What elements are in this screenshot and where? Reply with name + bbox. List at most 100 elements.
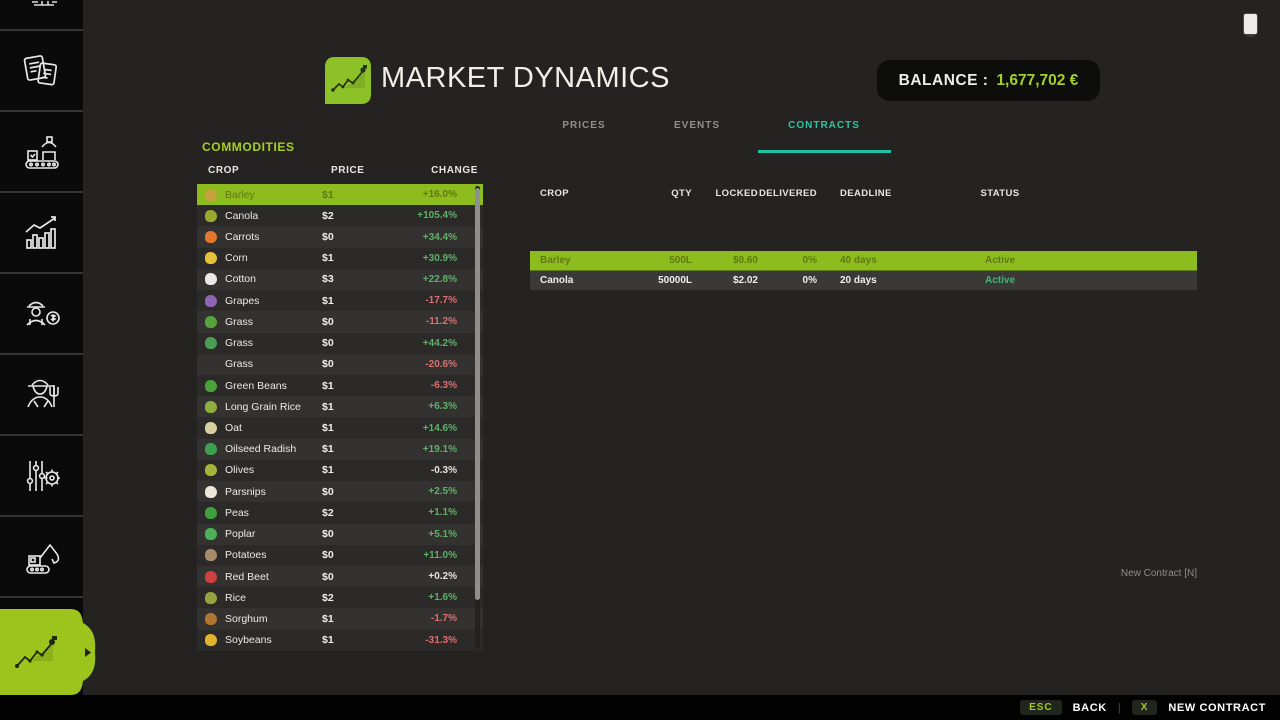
- contract-row[interactable]: Barley 500L $0.60 0% 40 days Active: [530, 251, 1197, 271]
- crop-name: Oat: [225, 422, 322, 434]
- crop-change: -6.3%: [431, 380, 457, 391]
- contract-qty: 50000L: [640, 275, 692, 286]
- commodity-row[interactable]: Red Beet $0 +0.2%: [197, 566, 483, 587]
- commodity-row[interactable]: Canola $2 +105.4%: [197, 205, 483, 226]
- crop-price: $1: [322, 401, 386, 413]
- crop-change: -17.7%: [425, 295, 457, 306]
- crop-name: Potatoes: [225, 549, 322, 561]
- market-dynamics-logo-icon: [325, 57, 371, 109]
- commodity-row[interactable]: Long Grain Rice $1 +6.3%: [197, 396, 483, 417]
- crop-name: Carrots: [225, 231, 322, 243]
- commodities-rows: Barley $1 +16.0% Canola $2 +105.4% Carro…: [197, 184, 483, 651]
- poplar-icon: [205, 528, 217, 540]
- crop-name: Barley: [225, 189, 322, 201]
- sidebar-item-farmer[interactable]: [0, 355, 83, 436]
- contracts-table: Barley 500L $0.60 0% 40 days Active Cano…: [530, 251, 1197, 291]
- sidebar-item-market-dynamics[interactable]: [0, 609, 96, 695]
- canola-icon: [205, 210, 217, 222]
- commodity-row[interactable]: Grass $0 +44.2%: [197, 333, 483, 354]
- commodity-row[interactable]: Oat $1 +14.6%: [197, 417, 483, 438]
- crop-name: Green Beans: [225, 380, 322, 392]
- crop-price: $2: [322, 507, 386, 519]
- sidebar-item-construction[interactable]: [0, 517, 83, 598]
- commodity-row[interactable]: Olives $1 -0.3%: [197, 460, 483, 481]
- contracts-col-locked: LOCKED: [692, 188, 758, 199]
- cotton-icon: [205, 273, 217, 285]
- sidebar-item-contracts[interactable]: [0, 31, 83, 112]
- sidebar-item-production[interactable]: [0, 112, 83, 193]
- crop-name: Olives: [225, 464, 322, 476]
- commodity-row[interactable]: Parsnips $0 +2.5%: [197, 481, 483, 502]
- contract-deadline: 20 days: [817, 275, 913, 286]
- contract-crop: Canola: [530, 275, 640, 286]
- crop-name: Oilseed Radish: [225, 443, 322, 455]
- new-contract-button[interactable]: NEW CONTRACT: [1168, 702, 1266, 714]
- contract-status: Active: [913, 255, 1087, 266]
- phone-icon[interactable]: [1243, 13, 1258, 35]
- soybeans-icon: [205, 634, 217, 646]
- commodity-row[interactable]: Grapes $1 -17.7%: [197, 290, 483, 311]
- commodity-row[interactable]: Rice $2 +1.6%: [197, 587, 483, 608]
- production-icon: [21, 131, 63, 173]
- commodity-row[interactable]: Soybeans $1 -31.3%: [197, 630, 483, 651]
- crop-name: Red Beet: [225, 571, 322, 583]
- crop-change: +105.4%: [417, 210, 457, 221]
- balance-pill: BALANCE : 1,677,702 €: [877, 60, 1100, 101]
- tuning-icon: [21, 455, 63, 497]
- x-key-badge[interactable]: X: [1132, 700, 1158, 715]
- crop-name: Grapes: [225, 295, 322, 307]
- crop-price: $0: [322, 316, 386, 328]
- crop-change: +5.1%: [428, 529, 457, 540]
- crop-name: Rice: [225, 592, 322, 604]
- contract-delivered: 0%: [758, 275, 817, 286]
- esc-key-badge[interactable]: ESC: [1020, 700, 1062, 715]
- farmer-icon: [20, 373, 64, 417]
- vehicles-partial-icon: [22, 0, 62, 10]
- commodity-row[interactable]: Carrots $0 +34.4%: [197, 226, 483, 247]
- commodity-row[interactable]: Cotton $3 +22.8%: [197, 269, 483, 290]
- commodities-list[interactable]: Barley $1 +16.0% Canola $2 +105.4% Carro…: [197, 184, 483, 651]
- tab-prices[interactable]: PRICES: [562, 120, 605, 131]
- crop-name: Cotton: [225, 273, 322, 285]
- commodity-row[interactable]: Poplar $0 +5.1%: [197, 524, 483, 545]
- crop-change: +1.6%: [428, 592, 457, 603]
- commodity-row[interactable]: Potatoes $0 +11.0%: [197, 545, 483, 566]
- commodity-row[interactable]: Corn $1 +30.9%: [197, 248, 483, 269]
- contracts-col-qty: QTY: [640, 188, 692, 199]
- commodity-row[interactable]: Grass $0 -11.2%: [197, 311, 483, 332]
- page-title: MARKET DYNAMICS: [381, 62, 670, 95]
- contracts-col-delivered: DELIVERED: [758, 188, 817, 199]
- crop-price: $0: [322, 528, 386, 540]
- crop-change: +1.1%: [428, 507, 457, 518]
- commodity-row[interactable]: Oilseed Radish $1 +19.1%: [197, 439, 483, 460]
- crop-name: Grass: [225, 337, 322, 349]
- peas-icon: [205, 507, 217, 519]
- crop-change: +6.3%: [428, 401, 457, 412]
- crop-price: $0: [322, 571, 386, 583]
- sidebar-item-finances[interactable]: [0, 274, 83, 355]
- sidebar-item-vehicles[interactable]: [0, 0, 83, 31]
- tab-contracts[interactable]: CONTRACTS: [788, 120, 860, 131]
- commodity-row[interactable]: Peas $2 +1.1%: [197, 502, 483, 523]
- barley-icon: [205, 189, 217, 201]
- commodity-row[interactable]: Green Beans $1 -6.3%: [197, 375, 483, 396]
- commodity-row[interactable]: Sorghum $1 -1.7%: [197, 608, 483, 629]
- parsnips-icon: [205, 486, 217, 498]
- back-button[interactable]: BACK: [1073, 702, 1107, 714]
- scrollbar-thumb[interactable]: [475, 188, 480, 600]
- commodity-row[interactable]: Grass $0 -20.6%: [197, 354, 483, 375]
- commodity-row[interactable]: Barley $1 +16.0%: [197, 184, 483, 205]
- sidebar-item-tuning[interactable]: [0, 436, 83, 517]
- balance-label: BALANCE :: [899, 72, 989, 90]
- crop-change: +0.2%: [428, 571, 457, 582]
- sidebar-item-statistics[interactable]: [0, 193, 83, 274]
- commodities-scrollbar[interactable]: [475, 186, 480, 649]
- olives-icon: [205, 464, 217, 476]
- crop-price: $0: [322, 358, 386, 370]
- contract-row[interactable]: Canola 50000L $2.02 0% 20 days Active: [530, 271, 1197, 291]
- crop-change: -31.3%: [425, 635, 457, 646]
- crop-change: -1.7%: [431, 613, 457, 624]
- crop-change: +16.0%: [423, 189, 457, 200]
- tab-events[interactable]: EVENTS: [674, 120, 720, 131]
- long-grain-rice-icon: [205, 401, 217, 413]
